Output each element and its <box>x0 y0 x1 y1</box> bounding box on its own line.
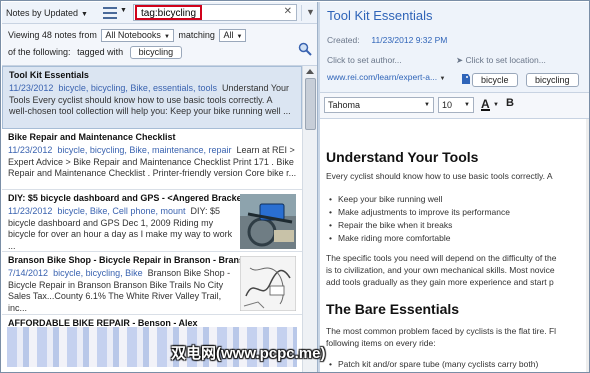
bullet-item: Repair the bike when it breaks <box>329 220 452 230</box>
search-box[interactable]: tag:bicycling ✕ <box>133 4 297 21</box>
location-arrow-icon: ➤ <box>456 55 464 65</box>
paragraph-2-line-3: add tools gradually as they gain more ex… <box>326 277 554 287</box>
bullet-item: Keep your bike running well <box>329 194 442 204</box>
saved-search-icon[interactable] <box>298 42 312 56</box>
font-color-button[interactable]: A <box>481 97 490 111</box>
tag-pill-bicycle[interactable]: bicycle <box>472 73 518 87</box>
paragraph-1: Every cyclist should know how to use bas… <box>326 171 553 181</box>
note-editor-pane: Tool Kit Essentials Created: 11/23/2012 … <box>320 2 589 372</box>
note-title-field[interactable]: Tool Kit Essentials <box>327 8 433 23</box>
note-title: Branson Bike Shop - Bicycle Repair in Br… <box>8 255 240 265</box>
font-select[interactable]: Tahoma ▼ <box>324 97 434 113</box>
note-snippet: 11/23/2012 bicycle, Bike, Cell phone, mo… <box>8 206 233 250</box>
bike-dashboard-thumbnail <box>240 194 296 249</box>
note-item[interactable]: Bike Repair and Maintenance Checklist 11… <box>2 129 302 190</box>
bullet-item: Make riding more comfortable <box>329 233 450 243</box>
bold-button[interactable]: B <box>506 97 514 109</box>
search-input[interactable]: tag:bicycling <box>135 5 203 20</box>
chevron-down-icon: ▼ <box>306 7 315 17</box>
filter-bar: Viewing 48 notes from All Notebooks ▼ mat… <box>2 24 318 66</box>
view-options-button[interactable]: ▼ <box>102 5 128 21</box>
note-title: DIY: $5 bicycle dashboard and GPS - <Ang… <box>8 193 240 203</box>
close-icon[interactable]: ✕ <box>284 6 292 17</box>
paragraph-2-line-2: is to civilization, and your own mechani… <box>326 265 555 275</box>
scroll-up-icon[interactable] <box>306 69 314 74</box>
tag-icon <box>462 74 470 84</box>
sort-label: Notes by Updated <box>6 8 79 18</box>
trail-map-thumbnail <box>240 256 296 311</box>
following-label: of the following: <box>8 47 71 57</box>
list-view-icon <box>103 7 117 19</box>
filter-row-2: of the following: tagged with bicycling <box>8 44 183 60</box>
sort-dropdown[interactable]: Notes by Updated ▼ <box>6 6 88 20</box>
matching-label: matching <box>178 30 215 40</box>
chevron-down-icon[interactable]: ▼ <box>493 102 499 108</box>
created-field: Created: 11/23/2012 9:32 PM <box>327 35 448 45</box>
format-toolbar: Tahoma ▼ 10 ▼ A ▼ B <box>320 93 589 119</box>
source-url-field[interactable]: www.rei.com/learn/expert-a... ▼ <box>327 72 445 82</box>
heading-understand: Understand Your Tools <box>326 149 479 165</box>
paragraph-3-line-1: The most common problem faced by cyclist… <box>326 326 557 336</box>
note-item[interactable]: DIY: $5 bicycle dashboard and GPS - <Ang… <box>2 190 302 252</box>
search-options-button[interactable]: ▼ <box>301 5 315 21</box>
app-window: Notes by Updated ▼ ▼ tag:bicycling ✕ ▼ Vi… <box>0 0 590 373</box>
tag-pill-bicycling[interactable]: bicycling <box>526 73 579 87</box>
heading-bare-essentials: The Bare Essentials <box>326 301 460 317</box>
note-list-scrollbar[interactable] <box>302 66 318 372</box>
bullet-item: Patch kit and/or spare tube (many cyclis… <box>329 359 538 369</box>
scroll-thumb[interactable] <box>305 78 316 130</box>
filter-row-1: Viewing 48 notes from All Notebooks ▼ mat… <box>8 27 248 43</box>
chevron-down-icon: ▼ <box>81 11 88 18</box>
note-body[interactable]: Understand Your Tools Every cyclist shou… <box>320 119 589 372</box>
note-title: Bike Repair and Maintenance Checklist <box>8 132 176 142</box>
tagged-with-label: tagged with <box>77 47 124 57</box>
right-edge-shade <box>586 119 589 372</box>
tag-filter-pill[interactable]: bicycling <box>129 46 183 60</box>
paragraph-2-line-1: The specific tools you need will depend … <box>326 253 557 263</box>
matching-select[interactable]: All ▼ <box>219 29 247 43</box>
note-title: Tool Kit Essentials <box>9 70 89 80</box>
author-field[interactable]: Click to set author... <box>327 55 402 65</box>
location-field[interactable]: ➤ Click to set location... <box>456 55 546 66</box>
font-size-select[interactable]: 10 ▼ <box>438 97 474 113</box>
note-header: Tool Kit Essentials Created: 11/23/2012 … <box>320 2 589 93</box>
note-list: Tool Kit Essentials 11/23/2012 bicycle, … <box>2 66 302 372</box>
viewing-text: Viewing 48 notes from <box>8 30 97 40</box>
note-snippet: 7/14/2012 bicycle, bicycling, Bike Brans… <box>8 268 231 312</box>
paragraph-3-line-2: following items on every ride: <box>326 338 436 348</box>
note-item[interactable]: Tool Kit Essentials 11/23/2012 bicycle, … <box>2 66 302 129</box>
watermark: 双电网(www.pcpc.me) <box>171 345 326 362</box>
note-item[interactable]: Branson Bike Shop - Bicycle Repair in Br… <box>2 252 302 315</box>
created-value: 11/23/2012 9:32 PM <box>371 35 448 45</box>
chevron-down-icon: ▼ <box>120 7 127 14</box>
note-snippet: 11/23/2012 bicycle, bicycling, Bike, ess… <box>9 83 291 116</box>
bullet-item: Make adjustments to improve its performa… <box>329 207 510 217</box>
notebook-select[interactable]: All Notebooks ▼ <box>101 29 174 43</box>
note-snippet: 11/23/2012 bicycle, bicycling, Bike, mai… <box>8 145 297 178</box>
note-list-toolbar: Notes by Updated ▼ ▼ tag:bicycling ✕ ▼ <box>2 2 318 24</box>
chevron-down-icon: ▼ <box>439 76 446 82</box>
note-list-pane: Notes by Updated ▼ ▼ tag:bicycling ✕ ▼ Vi… <box>2 2 318 372</box>
